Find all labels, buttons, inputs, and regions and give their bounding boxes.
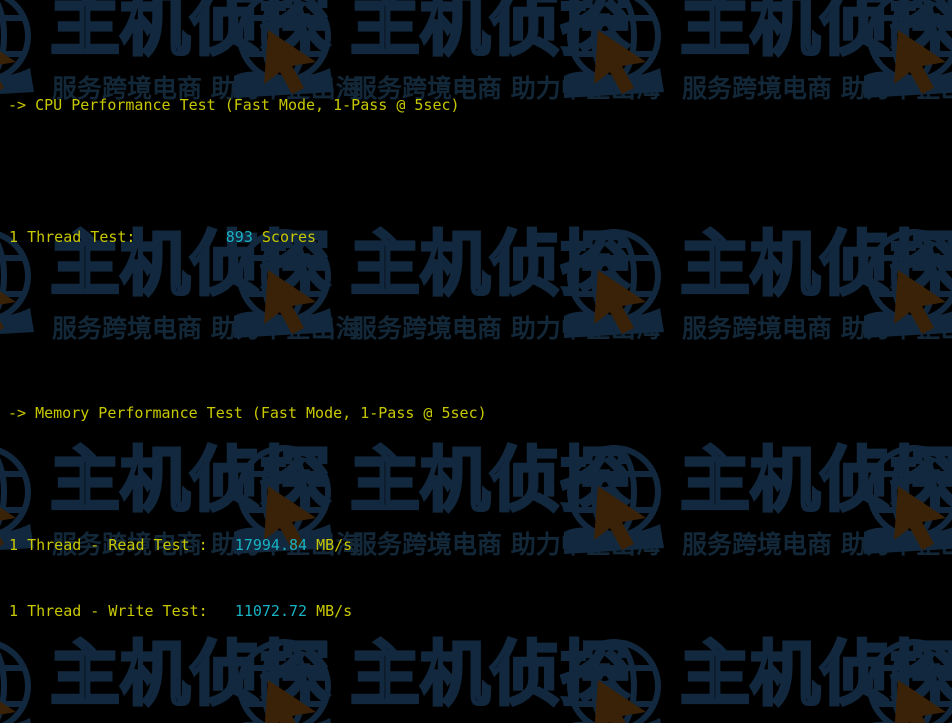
memory-read-row: 1 Thread - Read Test : 17994.84 MB/s bbox=[0, 534, 952, 556]
terminal-window: 主机侦探服务跨境电商 助力中企出海 主机侦探服务跨境电商 助力中企出海 主机侦探… bbox=[0, 0, 952, 723]
cpu-score-unit bbox=[253, 228, 262, 246]
sp bbox=[307, 536, 316, 554]
memory-write-row: 1 Thread - Write Test: 11072.72 MB/s bbox=[0, 600, 952, 622]
pad bbox=[208, 536, 235, 554]
memory-write-unit: MB/s bbox=[316, 602, 352, 620]
pad bbox=[135, 228, 225, 246]
pad bbox=[208, 602, 235, 620]
cpu-thread-row: 1 Thread Test: 893 Scores bbox=[0, 226, 952, 248]
blank-line bbox=[0, 468, 952, 490]
cpu-score-value: 893 bbox=[226, 228, 253, 246]
sp bbox=[307, 602, 316, 620]
blank-line bbox=[0, 292, 952, 314]
blank-line bbox=[0, 666, 952, 688]
cpu-thread-label: 1 Thread Test: bbox=[0, 228, 135, 246]
blank-line bbox=[0, 160, 952, 182]
memory-read-value: 17994.84 bbox=[235, 536, 307, 554]
cpu-heading: -> CPU Performance Test (Fast Mode, 1-Pa… bbox=[0, 94, 952, 116]
cpu-score-unit-text: Scores bbox=[262, 228, 316, 246]
terminal-output: -> CPU Performance Test (Fast Mode, 1-Pa… bbox=[0, 0, 952, 723]
memory-write-value: 11072.72 bbox=[235, 602, 307, 620]
memory-write-label: 1 Thread - Write Test: bbox=[0, 602, 208, 620]
memory-read-label: 1 Thread - Read Test : bbox=[0, 536, 208, 554]
memory-read-unit: MB/s bbox=[316, 536, 352, 554]
memory-heading: -> Memory Performance Test (Fast Mode, 1… bbox=[0, 402, 952, 424]
